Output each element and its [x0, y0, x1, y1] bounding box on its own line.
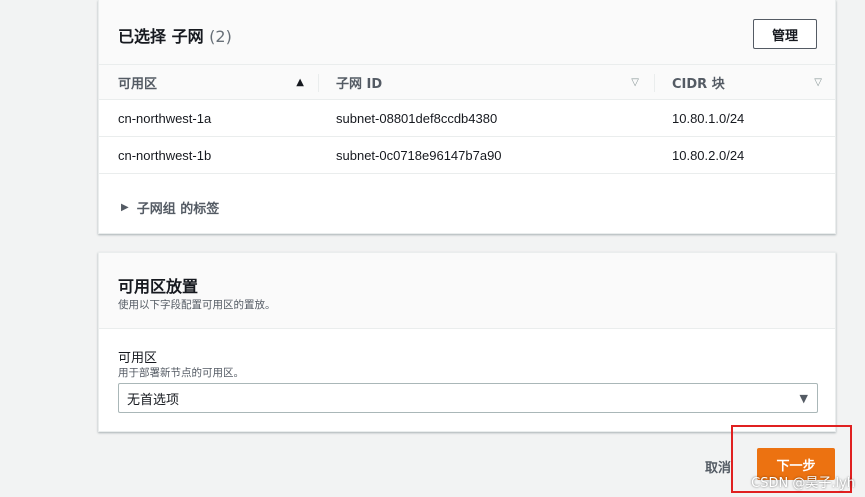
- caret-right-icon: ▶: [121, 202, 129, 213]
- panel-title: 可用区放置: [118, 277, 199, 296]
- select-value: 无首选项: [127, 392, 180, 408]
- panel-header: 可用区放置 使用以下字段配置可用区的置放。: [99, 253, 835, 329]
- expander-label: 子网组 的标签: [136, 202, 220, 217]
- cancel-button[interactable]: 取消: [705, 457, 731, 476]
- table-header-row: 可用区 ▲ 子网 ID ▽ CIDR 块 ▽: [99, 64, 835, 100]
- az-field-description: 用于部署新节点的可用区。: [118, 367, 244, 379]
- caret-down-icon: ▼: [799, 392, 808, 405]
- watermark: CSDN @昊子.lyh: [751, 476, 855, 491]
- column-label: 子网 ID: [336, 77, 383, 92]
- column-divider: [654, 74, 655, 92]
- table-row: cn-northwest-1a subnet-08801def8ccdb4380…: [99, 100, 835, 137]
- column-header-subnet-id[interactable]: 子网 ID ▽: [336, 65, 639, 100]
- column-header-cidr[interactable]: CIDR 块 ▽: [672, 65, 822, 100]
- column-divider: [318, 74, 319, 92]
- panel-header: 已选择 子网 (2) 管理: [99, 0, 835, 64]
- selected-subnets-panel: 已选择 子网 (2) 管理 可用区 ▲ 子网 ID ▽ CIDR 块 ▽ cn-…: [98, 0, 836, 234]
- az-field-label: 可用区: [118, 351, 158, 366]
- title-text: 已选择 子网: [118, 27, 204, 46]
- panel-description: 使用以下字段配置可用区的置放。: [118, 299, 276, 311]
- column-label: CIDR 块: [672, 77, 725, 92]
- manage-button[interactable]: 管理: [753, 19, 817, 49]
- sort-icon[interactable]: ▽: [814, 77, 822, 88]
- cell-subnet-id: subnet-08801def8ccdb4380: [336, 110, 498, 126]
- az-placement-panel: 可用区放置 使用以下字段配置可用区的置放。 可用区 用于部署新节点的可用区。 无…: [98, 252, 836, 432]
- cell-cidr: 10.80.1.0/24: [672, 110, 745, 126]
- sort-icon[interactable]: ▽: [631, 77, 639, 88]
- selected-count: (2): [209, 27, 232, 46]
- table-row: cn-northwest-1b subnet-0c0718e96147b7a90…: [99, 137, 835, 174]
- az-select[interactable]: 无首选项 ▼: [118, 383, 818, 413]
- cell-cidr: 10.80.2.0/24: [672, 147, 745, 163]
- tags-expander[interactable]: ▶ 子网组 的标签: [121, 198, 219, 217]
- column-label: 可用区: [118, 77, 158, 92]
- panel-title: 已选择 子网 (2): [118, 23, 232, 47]
- cell-subnet-id: subnet-0c0718e96147b7a90: [336, 147, 502, 163]
- column-header-az[interactable]: 可用区 ▲: [118, 65, 304, 100]
- cell-az: cn-northwest-1b: [118, 147, 212, 163]
- cell-az: cn-northwest-1a: [118, 110, 212, 126]
- sort-ascending-icon[interactable]: ▲: [296, 77, 304, 88]
